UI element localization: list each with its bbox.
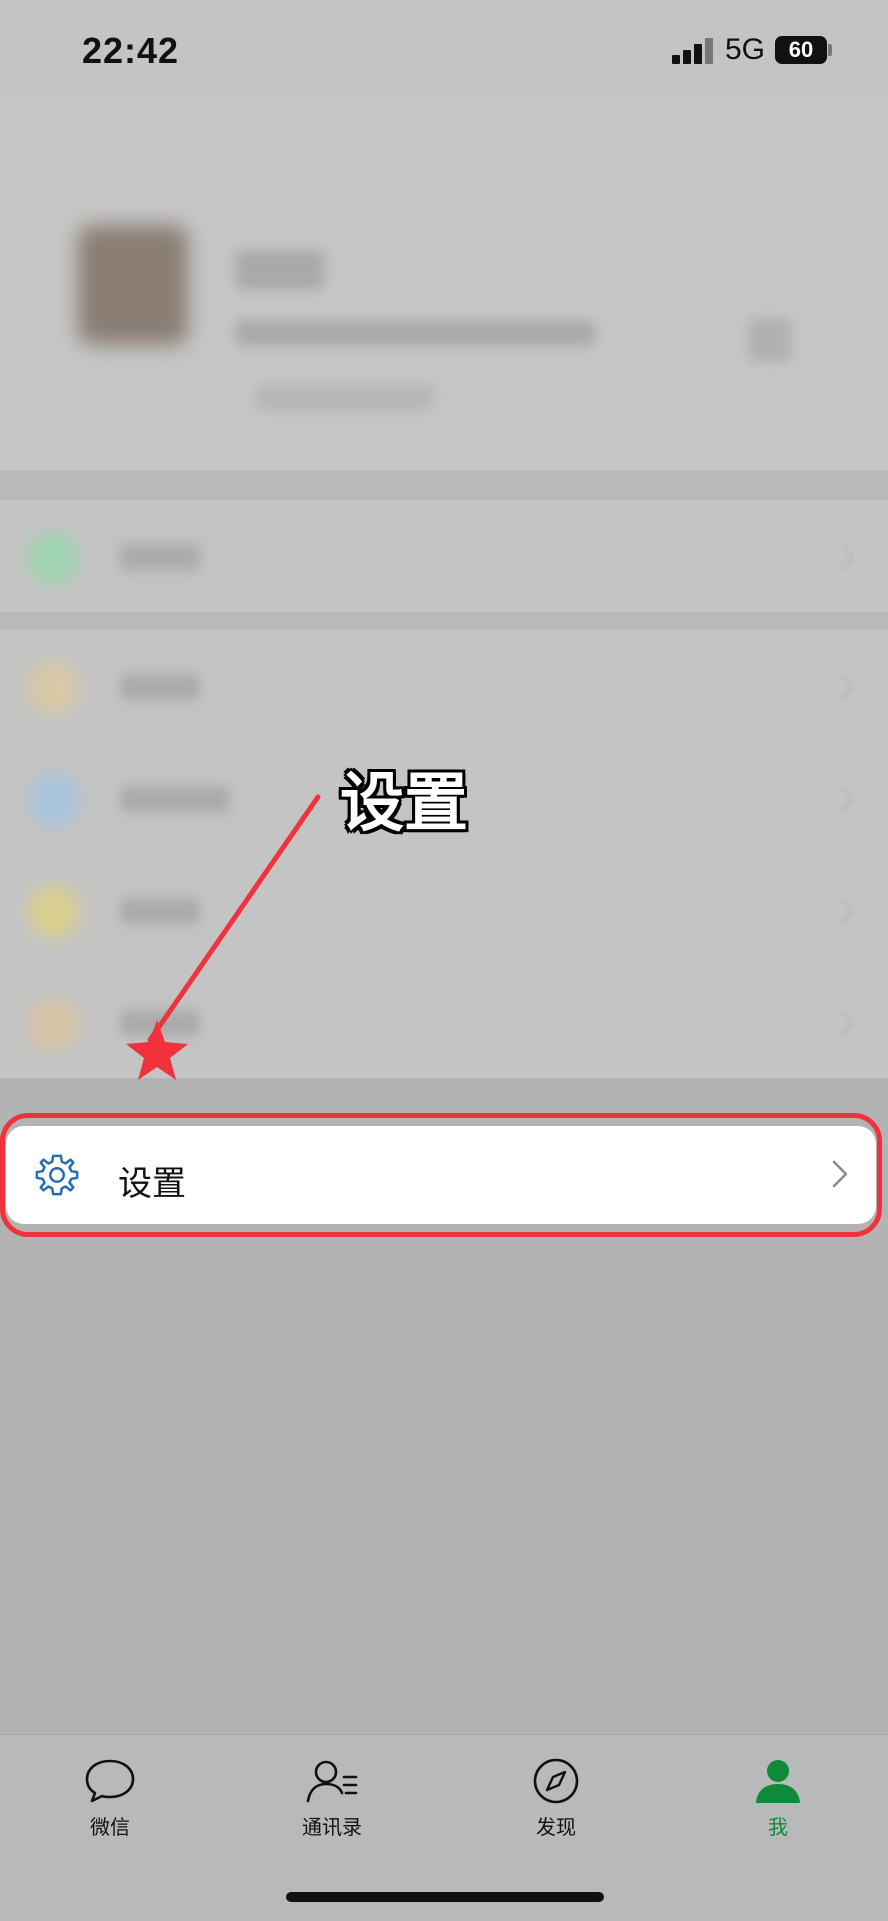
blurred-label [120,1010,200,1036]
tab-chats[interactable]: 微信 [40,1757,180,1840]
status-time: 22:42 [82,30,180,71]
blurred-menu-row [0,630,888,742]
tab-contacts[interactable]: 通讯录 [262,1757,402,1840]
blurred-menu-row [0,966,888,1078]
blurred-label [120,786,230,812]
favorites-icon [28,662,80,714]
compass-icon [533,1758,579,1804]
emoji-icon [28,998,80,1050]
tab-contacts-label: 通讯录 [302,1817,362,1839]
chevron-right-icon [829,787,855,813]
profile-header [0,100,888,470]
status-bar: 22:42 5G 60 [0,0,888,100]
avatar [78,225,188,345]
gear-icon [35,1154,79,1196]
battery-tip [828,44,832,56]
blurred-status [255,385,435,411]
blurred-label [120,898,200,924]
battery-icon: 60 [775,36,827,64]
person-icon [756,1760,800,1803]
home-indicator[interactable] [286,1892,604,1902]
tab-chats-label: 微信 [90,1817,130,1839]
service-icon [28,532,80,584]
qr-code-icon [748,318,792,362]
contacts-icon [306,1760,358,1803]
settings-row[interactable]: 设置 [6,1126,876,1224]
blurred-menu-row [0,854,888,966]
tab-me-label: 我 [768,1817,788,1839]
chevron-right-icon [832,1160,848,1188]
chevron-right-icon [829,675,855,701]
blurred-menu-row [0,500,888,612]
settings-label: 设置 [118,1165,186,1203]
blurred-content [0,100,888,1100]
chevron-right-icon [829,545,855,571]
chevron-right-icon [829,1011,855,1037]
blurred-label [120,674,200,700]
moments-icon [28,774,80,826]
signal-icon [672,38,716,64]
network-type: 5G [725,33,766,66]
chevron-right-icon [829,899,855,925]
blurred-wechat-id [235,320,595,346]
divider [0,470,888,500]
chat-bubble-icon [85,1759,135,1803]
tab-discover[interactable]: 发现 [486,1757,626,1840]
divider [0,612,888,630]
cards-icon [28,886,80,938]
blurred-name [235,250,325,290]
blurred-label [120,544,200,570]
tab-discover-label: 发现 [536,1817,576,1839]
annotation-label: 设置 [340,767,468,839]
tab-me[interactable]: 我 [708,1757,848,1840]
